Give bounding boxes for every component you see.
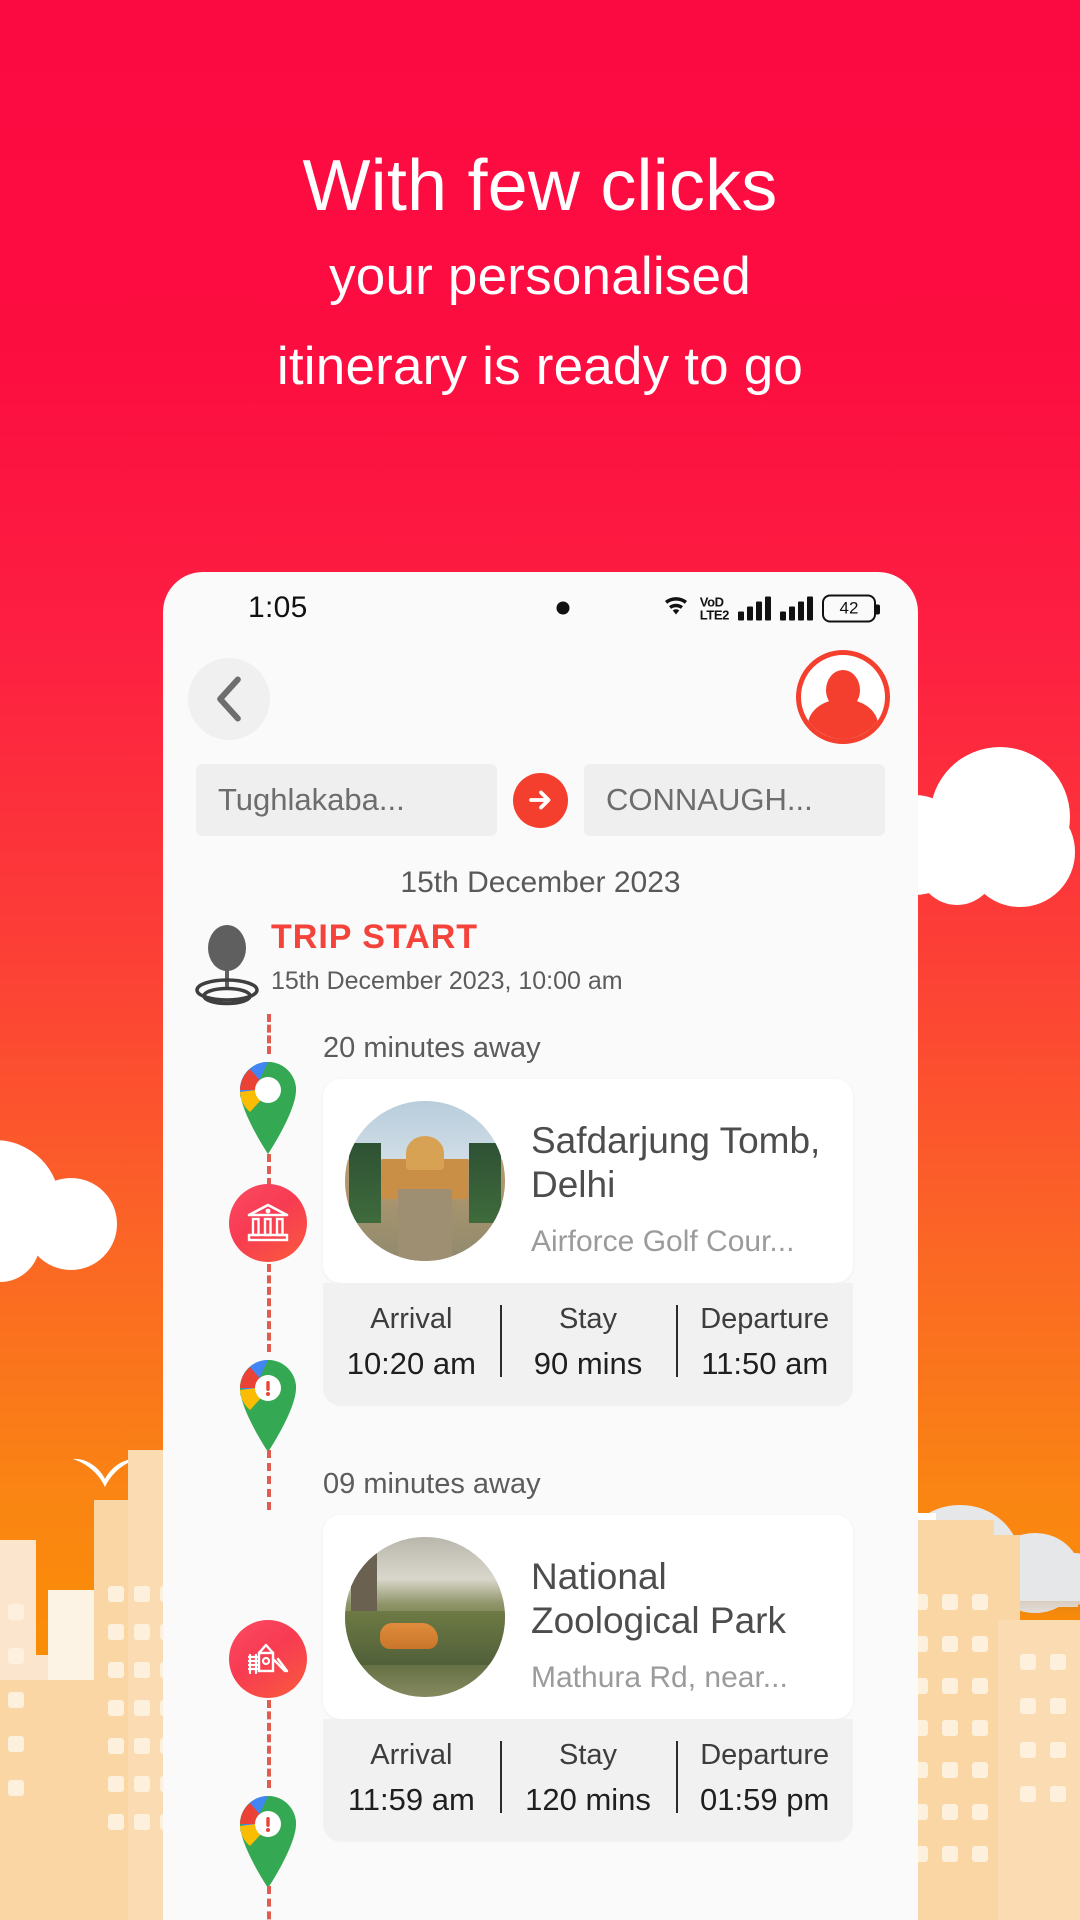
timeline-dashed-line: [267, 1700, 271, 1788]
promo-headline: With few clicks your personalised itiner…: [0, 140, 1080, 412]
signal-bars-sim1-icon: [738, 596, 771, 620]
departure-value: 11:50 am: [701, 1346, 829, 1381]
itinerary-stop: 09 minutes away National Zoological Park…: [163, 1468, 918, 1920]
trip-start-row: TRIP START 15th December 2023, 10:00 am: [163, 918, 918, 1014]
departure-cell: Departure 01:59 pm: [676, 1739, 853, 1818]
departure-cell: Departure 11:50 am: [676, 1303, 853, 1382]
poi-card[interactable]: National Zoological Park Mathura Rd, nea…: [323, 1515, 853, 1719]
google-maps-pin-icon: [228, 1348, 308, 1452]
camera-punch-hole-icon: [556, 601, 570, 615]
poi-name: National Zoological Park: [531, 1556, 787, 1641]
profile-avatar-button[interactable]: [796, 650, 890, 744]
arrival-cell: Arrival 11:59 am: [323, 1739, 500, 1818]
stay-cell: Stay 120 mins: [499, 1739, 677, 1818]
poi-thumbnail: [345, 1101, 505, 1261]
headline-line-1: With few clicks: [302, 146, 778, 226]
cloud-left-icon: [0, 1130, 160, 1310]
volte-icon: VoD LTE2: [699, 594, 730, 622]
poi-time-strip: Arrival 10:20 am Stay 90 mins Departure …: [323, 1283, 853, 1406]
route-go-button[interactable]: [513, 772, 568, 828]
poi-name: Safdarjung Tomb, Delhi: [531, 1120, 821, 1205]
timeline-dashed-line: [267, 1264, 271, 1352]
phone-mockup: 1:05 VoD LTE2 42 Tughlakaba... CONNAUGH.…: [163, 572, 918, 1920]
headline-line-2: your personalised: [329, 247, 751, 306]
stay-label: Stay: [558, 1303, 618, 1335]
stay-label: Stay: [558, 1739, 618, 1771]
departure-label: Departure: [700, 1303, 830, 1335]
museum-monument-icon: [229, 1184, 307, 1262]
arrow-right-icon: [528, 790, 550, 810]
poi-card[interactable]: Safdarjung Tomb, Delhi Airforce Golf Cou…: [323, 1079, 853, 1283]
timeline-dashed-line: [267, 1886, 271, 1920]
arrival-label: Arrival: [370, 1739, 453, 1771]
city-skyline-left: [0, 1450, 176, 1920]
arrival-label: Arrival: [370, 1303, 453, 1335]
avatar-body-icon: [808, 699, 878, 739]
stay-value: 120 mins: [525, 1782, 651, 1817]
status-time: 1:05: [248, 591, 308, 624]
trip-start-text: TRIP START 15th December 2023, 10:00 am: [271, 918, 623, 996]
route-selector: Tughlakaba... CONNAUGH...: [163, 764, 918, 836]
stay-cell: Stay 90 mins: [499, 1303, 677, 1382]
app-header: [163, 644, 918, 754]
chevron-left-icon: [217, 676, 241, 722]
park-playground-icon: [229, 1620, 307, 1698]
stop-eta: 09 minutes away: [323, 1468, 541, 1500]
destination-input[interactable]: CONNAUGH...: [584, 764, 885, 836]
wifi-icon: [661, 593, 691, 624]
battery-indicator: 42: [822, 594, 880, 622]
poi-address: Airforce Golf Cour...: [531, 1225, 795, 1258]
signal-bars-sim2-icon: [780, 596, 813, 620]
trip-start-label: TRIP START: [271, 918, 479, 956]
arrival-cell: Arrival 10:20 am: [323, 1303, 500, 1382]
poi-time-strip: Arrival 11:59 am Stay 120 mins Departure…: [323, 1719, 853, 1842]
poi-thumbnail: [345, 1537, 505, 1697]
departure-label: Departure: [700, 1739, 830, 1771]
headline-line-3: itinerary is ready to go: [276, 337, 804, 396]
arrival-value: 10:20 am: [346, 1346, 476, 1381]
stop-eta: 20 minutes away: [323, 1032, 541, 1064]
status-bar: 1:05 VoD LTE2 42: [163, 572, 918, 644]
itinerary-stop: 20 minutes away Safdarjung Tomb, Delhi A…: [163, 1032, 918, 1510]
status-icons: VoD LTE2 42: [661, 593, 880, 624]
location-pin-grey-icon: [185, 922, 269, 1013]
itinerary-timeline: TRIP START 15th December 2023, 10:00 am: [163, 918, 918, 1920]
origin-input[interactable]: Tughlakaba...: [196, 764, 497, 836]
stay-value: 90 mins: [533, 1346, 643, 1381]
arrival-value: 11:59 am: [347, 1782, 475, 1817]
departure-value: 01:59 pm: [700, 1782, 830, 1817]
poi-address: Mathura Rd, near...: [531, 1661, 788, 1694]
back-button[interactable]: [188, 658, 270, 740]
trip-start-datetime: 15th December 2023, 10:00 am: [271, 967, 623, 995]
google-maps-pin-icon: [228, 1784, 308, 1888]
trip-date: 15th December 2023: [400, 866, 681, 899]
